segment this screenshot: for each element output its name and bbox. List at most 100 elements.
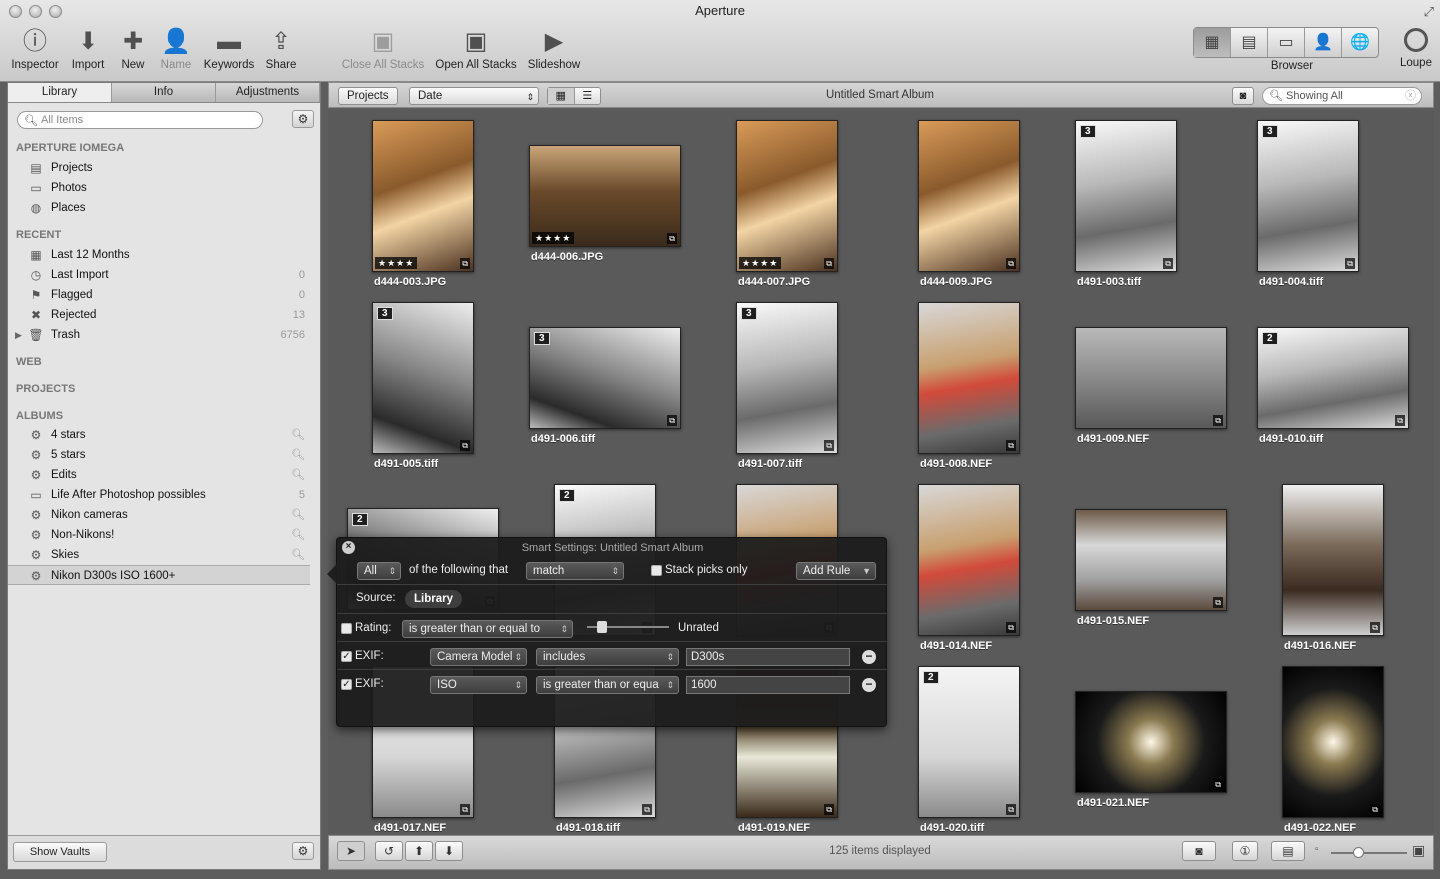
list-icon[interactable]: ☰	[575, 88, 601, 104]
clear-icon[interactable]: ⓧ	[1405, 88, 1416, 104]
stack-count-badge[interactable]: 3	[1080, 125, 1096, 138]
thumbnail-image[interactable]: ⧉	[1075, 691, 1227, 793]
disclosure-triangle-icon[interactable]: ▶	[15, 325, 22, 345]
tab-info[interactable]: Info	[112, 83, 216, 102]
inspector-button[interactable]: ⓘ Inspector	[8, 28, 62, 71]
loupe-button[interactable]: Loupe	[1395, 28, 1437, 69]
slider-knob[interactable]	[597, 621, 607, 633]
thumbnail-image[interactable]: 3 ⧉	[372, 302, 474, 454]
sidebar-item-album[interactable]: ⚙ 5 stars 🔍︎	[8, 445, 320, 465]
thumbnail-image[interactable]: 3 ⧉	[1075, 120, 1177, 272]
thumbnail-image[interactable]: ⧉	[1075, 509, 1227, 611]
name-button[interactable]: 👤 Name	[158, 28, 194, 71]
grid-icon[interactable]: ▦	[548, 88, 575, 104]
action-gear-button[interactable]: ⚙	[292, 842, 314, 860]
primary-only-button[interactable]: ①	[1232, 841, 1258, 861]
filter-hud-button[interactable]: ◙	[1232, 87, 1254, 105]
thumbnail-image[interactable]: ⧉	[918, 302, 1020, 454]
library-search-input[interactable]: 🔍︎ All Items	[17, 111, 263, 129]
sidebar-item-album[interactable]: ⚙ 4 stars 🔍︎	[8, 425, 320, 445]
open-all-stacks-button[interactable]: ▣ Open All Stacks	[433, 28, 519, 71]
thumbnail-image[interactable]: 2⧉	[918, 666, 1020, 818]
viewer-view-icon[interactable]: ▭	[1268, 28, 1305, 57]
sidebar-item-selected-album[interactable]: ⚙ Nikon D300s ISO 1600+	[8, 565, 310, 585]
tab-adjustments[interactable]: Adjustments	[216, 83, 320, 102]
new-button[interactable]: ✚ New	[116, 28, 150, 71]
remove-rule-button[interactable]: −	[862, 650, 876, 664]
exif-operator-select[interactable]: is greater than or equa ⇕	[536, 676, 679, 694]
thumbnail-image[interactable]: 3 ⧉	[1257, 120, 1359, 272]
sidebar-item-last-12-months[interactable]: ▦ Last 12 Months	[8, 245, 320, 265]
close-all-stacks-button[interactable]: ▣ Close All Stacks	[340, 28, 426, 71]
thumbnail-image[interactable]: 3 ⧉	[529, 327, 681, 429]
stack-count-badge[interactable]: 2	[923, 671, 939, 684]
thumbnail-image[interactable]: ★★★★ ⧉	[529, 145, 681, 247]
stack-count-badge[interactable]: 3	[741, 307, 757, 320]
thumbnail-image[interactable]: ⧉	[1282, 666, 1384, 818]
faces-view-icon[interactable]: 👤	[1305, 28, 1342, 57]
stack-picks-checkbox[interactable]	[651, 565, 662, 576]
thumbnail-image[interactable]: 2⧉	[1257, 327, 1409, 429]
thumbnail-image[interactable]: ⧉	[918, 120, 1020, 272]
rotate-tool-button[interactable]: ↺	[375, 841, 403, 861]
exif-field-select[interactable]: Camera Model ⇕	[430, 648, 527, 666]
add-rule-button[interactable]: Add Rule ▼	[796, 562, 876, 580]
sidebar-item-album[interactable]: ⚙ Nikon cameras 🔍︎	[8, 505, 320, 525]
grid-list-toggle[interactable]: ▦ ☰	[547, 87, 601, 105]
slideshow-button[interactable]: ▶ Slideshow	[526, 28, 582, 71]
filmstrip-view-icon[interactable]: ▤	[1231, 28, 1268, 57]
keywords-button[interactable]: ▬ Keywords	[201, 28, 257, 71]
tab-library[interactable]: Library	[8, 83, 112, 102]
sidebar-item-album[interactable]: ⚙ Skies 🔍︎	[8, 545, 320, 565]
metadata-overlay-button[interactable]: ◙	[1182, 841, 1216, 861]
import-button[interactable]: ⬇ Import	[66, 28, 110, 71]
sidebar-gear-button[interactable]: ⚙	[292, 110, 314, 128]
fullscreen-icon[interactable]: ⤢	[1424, 4, 1434, 20]
sidebar-item-photos[interactable]: ▭ Photos	[8, 178, 320, 198]
match-mode-select[interactable]: match ⇕	[526, 562, 624, 580]
match-scope-select[interactable]: All ⇕	[357, 562, 401, 580]
sidebar-item-places[interactable]: ◍ Places	[8, 198, 320, 218]
share-button[interactable]: ⇪ Share	[262, 28, 300, 71]
remove-rule-button[interactable]: −	[862, 678, 876, 692]
sidebar-item-last-import[interactable]: ◷ Last Import 0	[8, 265, 320, 285]
thumbnail-image[interactable]: ⧉	[1075, 327, 1227, 429]
stamp-tool-button[interactable]: ⬇	[435, 841, 463, 861]
filter-search-input[interactable]: 🔍︎ Showing All ⓧ	[1262, 87, 1422, 105]
places-view-icon[interactable]: 🌐	[1342, 28, 1378, 57]
rating-rule-checkbox[interactable]	[341, 623, 352, 634]
sidebar-item-trash[interactable]: ▶ 🗑︎ Trash 6756	[8, 325, 320, 345]
camera-model-field[interactable]: D300s	[686, 648, 850, 666]
sidebar-item-album[interactable]: ⚙ Non-Nikons! 🔍︎	[8, 525, 320, 545]
stack-count-badge[interactable]: 2	[559, 489, 575, 502]
exif-camera-rule-checkbox[interactable]: ✓	[341, 651, 352, 662]
lift-tool-button[interactable]: ⬆	[405, 841, 433, 861]
sidebar-item-projects[interactable]: ▤ Projects	[8, 158, 320, 178]
stack-count-badge[interactable]: 2	[1262, 332, 1278, 345]
show-viewer-button[interactable]: ▤	[1271, 841, 1305, 861]
exif-field-select[interactable]: ISO ⇕	[430, 676, 527, 694]
projects-button[interactable]: Projects	[338, 87, 398, 105]
show-vaults-button[interactable]: Show Vaults	[13, 842, 107, 862]
view-mode-segmented-control[interactable]: ▦ ▤ ▭ 👤 🌐	[1193, 27, 1379, 58]
source-library-button[interactable]: Library	[405, 590, 462, 608]
stack-count-badge[interactable]: 3	[1262, 125, 1278, 138]
sidebar-item-album[interactable]: ⚙ Edits 🔍︎	[8, 465, 320, 485]
selection-tool-button[interactable]: ➤	[337, 841, 365, 861]
rating-operator-select[interactable]: is greater than or equal to ⇕	[402, 620, 573, 638]
slider-knob[interactable]	[1353, 847, 1364, 858]
sidebar-item-rejected[interactable]: ✖ Rejected 13	[8, 305, 320, 325]
thumbnail-image[interactable]: ★★★★ ⧉	[372, 120, 474, 272]
iso-value-field[interactable]: 1600	[686, 676, 850, 694]
thumbnail-image[interactable]: ⧉	[918, 484, 1020, 636]
stack-count-badge[interactable]: 3	[534, 332, 550, 345]
exif-operator-select[interactable]: includes ⇕	[536, 648, 679, 666]
grid-view-icon[interactable]: ▦	[1194, 28, 1231, 57]
stack-count-badge[interactable]: 2	[352, 513, 368, 526]
thumbnail-image[interactable]: 3 ⧉	[736, 302, 838, 454]
rating-slider[interactable]	[587, 621, 669, 633]
thumbnail-size-slider[interactable]	[1331, 847, 1407, 858]
sort-select[interactable]: Date ⇕	[409, 87, 539, 105]
sidebar-item-album[interactable]: ▭ Life After Photoshop possibles 5	[8, 485, 320, 505]
thumbnail-image[interactable]: ★★★★ ⧉	[736, 120, 838, 272]
